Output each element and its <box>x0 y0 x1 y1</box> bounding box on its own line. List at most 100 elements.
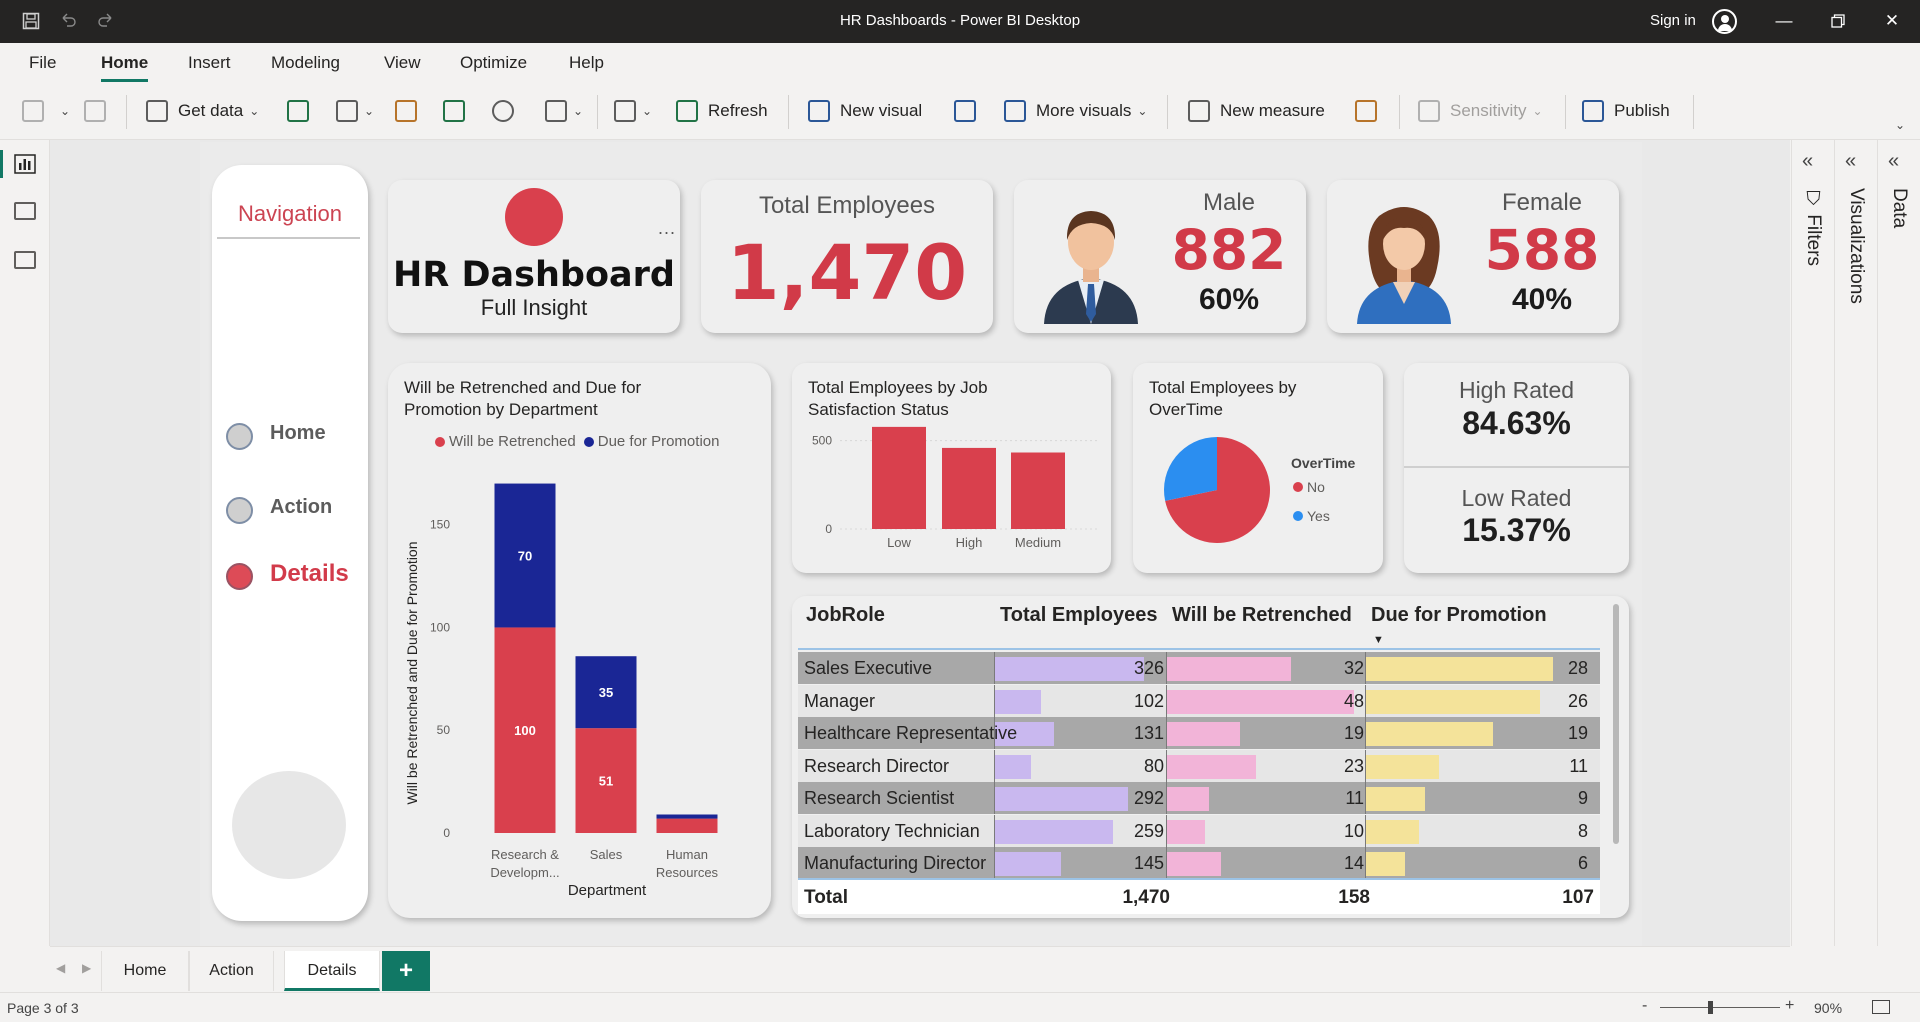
job-satisfaction-chart-card[interactable]: Total Employees by Job Satisfaction Stat… <box>792 363 1111 573</box>
column-header-retrenched[interactable]: Will be Retrenched <box>1172 604 1352 640</box>
column-header-promotion[interactable]: Due for Promotion <box>1371 604 1547 640</box>
table-row[interactable]: Manager 102 48 26 <box>798 684 1600 717</box>
cell-promotion: 26 <box>1567 690 1588 711</box>
more-visuals-button[interactable]: More visuals ⌄ <box>1004 97 1147 125</box>
sort-descending-icon[interactable]: ▼ <box>1373 634 1384 646</box>
menu-bar: File Home Insert Modeling View Optimize … <box>0 43 1920 83</box>
refresh-button[interactable]: Refresh <box>676 97 768 125</box>
menu-modeling[interactable]: Modeling <box>271 53 340 73</box>
paste-button[interactable]: ⌄ <box>22 97 70 125</box>
cell-promotion: 9 <box>1577 788 1588 808</box>
pie-slice-yes[interactable] <box>1164 437 1217 501</box>
table-scrollbar[interactable] <box>1613 604 1619 844</box>
nav-item-details[interactable]: Details <box>226 560 366 592</box>
scroll-tabs-left-icon[interactable]: ◀ <box>56 961 65 975</box>
table-row[interactable]: Research Scientist 292 11 9 <box>798 782 1600 814</box>
table-row[interactable]: Manufacturing Director 145 14 6 <box>798 847 1600 879</box>
female-label: Female <box>1501 189 1583 216</box>
restore-button[interactable] <box>1823 8 1853 34</box>
stacked-bar-chart: Will be Retrenched and Due for Promotion… <box>404 483 719 899</box>
new-visual-button[interactable]: New visual <box>808 97 922 125</box>
visualizations-pane[interactable]: « Visualizations <box>1834 140 1878 946</box>
collapse-chevron-icon[interactable]: « <box>1888 150 1899 173</box>
total-label: Total <box>804 887 848 908</box>
sql-icon[interactable] <box>395 97 417 125</box>
rating-divider <box>1404 466 1629 468</box>
page-tabs-bar: ◀ ▶ Home Action Details + <box>50 946 1790 992</box>
collapse-chevron-icon[interactable]: « <box>1845 150 1856 173</box>
text-box-icon[interactable] <box>954 97 976 125</box>
menu-home[interactable]: Home <box>101 53 149 82</box>
more-options-icon[interactable]: ... <box>658 218 676 239</box>
get-data-button[interactable]: Get data ⌄ <box>146 97 259 125</box>
table-view-icon[interactable] <box>14 202 36 220</box>
low-rated-label: Low Rated <box>1461 485 1572 511</box>
zoom-out-button[interactable]: - <box>1642 997 1647 1015</box>
page-tab-action[interactable]: Action <box>189 951 274 991</box>
data-bar <box>994 689 1041 714</box>
data-bar <box>994 657 1144 681</box>
account-icon[interactable] <box>1712 9 1737 34</box>
y-axis-label: Will be Retrenched and Due for Promotion <box>404 541 420 804</box>
collapse-chevron-icon[interactable]: « <box>1802 150 1813 173</box>
publish-button[interactable]: Publish <box>1582 97 1670 125</box>
table-row[interactable]: Laboratory Technician 259 10 8 <box>798 814 1600 847</box>
table-row[interactable]: Sales Executive 326 32 28 <box>798 652 1600 684</box>
page-tab-home[interactable]: Home <box>101 951 189 991</box>
report-view-icon[interactable] <box>14 154 36 174</box>
page-tab-details[interactable]: Details <box>284 951 380 991</box>
menu-optimize[interactable]: Optimize <box>460 53 527 73</box>
column-header-total[interactable]: Total Employees <box>1000 604 1157 640</box>
format-painter-icon[interactable] <box>84 97 106 125</box>
add-page-button[interactable]: + <box>382 951 430 991</box>
overtime-chart-card[interactable]: Total Employees by OverTime OverTime No … <box>1133 363 1383 573</box>
bar-satisfaction[interactable] <box>872 426 926 529</box>
menu-insert[interactable]: Insert <box>188 53 231 73</box>
new-measure-button[interactable]: New measure <box>1188 97 1325 125</box>
column-header-jobrole[interactable]: JobRole <box>806 604 885 640</box>
enter-data-icon[interactable] <box>443 97 465 125</box>
close-button[interactable]: ✕ <box>1877 8 1907 34</box>
table-row[interactable]: Research Director 80 23 11 <box>798 749 1600 782</box>
sign-in-link[interactable]: Sign in <box>1650 12 1696 29</box>
bar-retrenched[interactable] <box>656 818 718 833</box>
fit-to-page-icon[interactable] <box>1872 1000 1890 1014</box>
filter-icon: ⛉ <box>1803 190 1824 215</box>
cell-jobrole: Manufacturing Director <box>804 853 987 873</box>
bar-promotion[interactable] <box>656 814 718 819</box>
sensitivity-button[interactable]: Sensitivity ⌄ <box>1418 97 1543 125</box>
column-separator <box>1365 749 1366 782</box>
scroll-tabs-right-icon[interactable]: ▶ <box>82 961 91 975</box>
logo-dot-icon <box>505 188 563 246</box>
female-percentage: 40% <box>1511 283 1573 316</box>
nav-item-home[interactable]: Home <box>226 420 366 452</box>
menu-file[interactable]: File <box>29 53 56 73</box>
bar-satisfaction[interactable] <box>1011 452 1065 529</box>
recent-sources-button[interactable]: ⌄ <box>545 97 583 125</box>
zoom-slider[interactable] <box>1660 1007 1780 1008</box>
cell-total: 131 <box>1133 723 1164 743</box>
menu-help[interactable]: Help <box>569 53 604 73</box>
data-pane[interactable]: « Data <box>1877 140 1920 946</box>
column-separator <box>1365 782 1366 814</box>
model-view-icon[interactable] <box>14 251 36 269</box>
zoom-slider-thumb[interactable] <box>1708 1001 1713 1014</box>
quick-measure-icon[interactable] <box>1355 97 1377 125</box>
bar-satisfaction[interactable] <box>942 447 996 529</box>
excel-icon[interactable] <box>287 97 309 125</box>
zoom-level: 90% <box>1814 1000 1843 1016</box>
minimize-button[interactable]: — <box>1769 8 1799 34</box>
data-hub-button[interactable]: ⌄ <box>336 97 374 125</box>
menu-view[interactable]: View <box>384 53 421 73</box>
zoom-in-button[interactable]: + <box>1785 997 1794 1015</box>
collapse-ribbon-icon[interactable]: ⌄ <box>1895 111 1905 139</box>
dataverse-icon[interactable] <box>492 97 514 125</box>
status-bar: Page 3 of 3 - + 90% <box>0 992 1920 1022</box>
table-row[interactable]: Healthcare Representative 131 19 19 <box>798 717 1600 749</box>
data-label: 100 <box>514 723 536 738</box>
filters-pane[interactable]: « ⛉ Filters <box>1791 140 1835 946</box>
nav-item-action[interactable]: Action <box>226 494 366 526</box>
cell-retrenched: 32 <box>1343 658 1364 678</box>
retrenched-promotion-chart-card[interactable]: Will be Retrenched and Due for Promotion… <box>388 363 771 918</box>
transform-data-button[interactable]: ⌄ <box>614 97 652 125</box>
